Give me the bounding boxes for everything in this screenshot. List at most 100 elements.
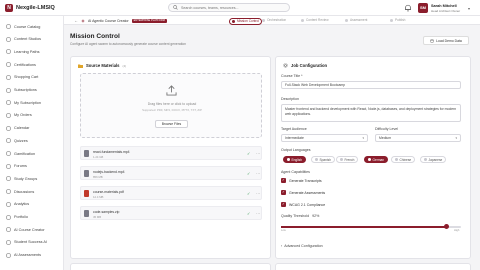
studio-icon [6, 37, 11, 42]
sidebar-item[interactable]: Forums [0, 162, 64, 171]
sidebar-item[interactable]: Analytics [0, 200, 64, 209]
sidebar-item[interactable]: Learning Paths [0, 47, 64, 56]
step-label: Assessment [350, 18, 368, 22]
sidebar-item[interactable]: Study Groups [0, 174, 64, 183]
course-title-field[interactable]: Full-Stack Web Development Bootcamp [281, 81, 461, 89]
file-name: course-materials.pdf [93, 189, 124, 194]
app-name: Nexgile-LMSIQ [16, 5, 55, 11]
sidebar-item-label: Calendar [14, 126, 30, 131]
quality-slider[interactable] [281, 224, 461, 229]
sidebar-item-label: Certifications [14, 62, 36, 67]
gear-icon [283, 63, 288, 68]
sidebar-item[interactable]: Subscriptions [0, 86, 64, 95]
language-chip[interactable]: German [364, 156, 389, 163]
capability-label: WCAG 2.1 Compliance [289, 202, 326, 207]
sidebar-item[interactable]: Portfolio [0, 213, 64, 222]
sidebar-item[interactable]: Certifications [0, 60, 64, 69]
sidebar-item-label: Analytics [14, 202, 30, 207]
flag-icon [424, 158, 427, 161]
sidebar-item[interactable]: AI Assessments [0, 251, 64, 260]
audience-select[interactable]: Intermediate ▾ [281, 134, 368, 142]
sidebar-item-label: Portfolio [14, 215, 28, 219]
difficulty-value: Medium [379, 136, 392, 140]
avatar[interactable]: SM [418, 3, 428, 13]
sidebar-item[interactable]: Course Catalog [0, 22, 64, 31]
more-options-icon[interactable]: ⋯ [256, 171, 260, 176]
language-chip[interactable]: English [283, 156, 306, 163]
capability-checkbox[interactable]: ✓ Generate Transcripts [281, 178, 322, 183]
calendar-icon [6, 126, 11, 131]
orders-icon [6, 113, 11, 118]
file-row[interactable]: code-samples.zip 45 MB ✓ ⋯ [80, 206, 262, 220]
checkbox-checked-icon[interactable]: ✓ [281, 202, 286, 207]
folder-icon [78, 64, 83, 68]
step-tab[interactable]: Mission Control [229, 17, 262, 25]
group-icon [6, 176, 11, 181]
job-configuration-header: Job Configuration [283, 63, 327, 68]
more-options-icon[interactable]: ⋯ [256, 211, 260, 216]
sidebar-item[interactable]: My Subscription [0, 98, 64, 107]
sidebar-item-label: Content Studios [14, 37, 42, 42]
language-chip[interactable]: Chinese [391, 156, 416, 163]
quality-threshold: Quality Threshold 92% [281, 214, 319, 218]
file-row[interactable]: course-materials.pdf 12.4 MB ✓ ⋯ [80, 186, 262, 200]
language-chip[interactable]: Spanish [311, 156, 336, 163]
check-icon: ✓ [247, 171, 251, 176]
language-label: English [291, 157, 302, 162]
chevron-down-icon: ▾ [362, 136, 364, 140]
browse-files-button[interactable]: Browse Files [155, 120, 188, 128]
sidebar-item[interactable]: Calendar [0, 124, 64, 133]
capability-checkbox[interactable]: ✓ Generate Assessments [281, 190, 325, 195]
bell-icon[interactable] [404, 4, 412, 12]
quality-value: 92% [312, 214, 320, 218]
file-size: 1.24 GB [93, 154, 104, 159]
step-tab[interactable]: Orchestration [262, 18, 286, 22]
advanced-config-toggle[interactable]: › Advanced Configuration [281, 244, 323, 248]
language-label: French [344, 157, 355, 162]
supported-formats: Supported: PDF, MP4, DOCX, PPTX, TXT, ZI… [142, 108, 202, 112]
step-dot-icon [390, 18, 393, 22]
file-size: 45 MB [93, 214, 102, 219]
checkbox-checked-icon[interactable]: ✓ [281, 190, 286, 195]
back-arrow-icon[interactable]: ← [74, 18, 78, 23]
job-configuration-title: Job Configuration [291, 63, 328, 68]
file-row[interactable]: react-fundamentals.mp4 1.24 GB ✓ ⋯ [80, 146, 262, 160]
file-icon [84, 170, 89, 177]
file-row[interactable]: nodejs-backend.mp4 856 MB ✓ ⋯ [80, 166, 262, 180]
checkbox-checked-icon[interactable]: ✓ [281, 178, 286, 183]
sidebar-item[interactable]: My Orders [0, 111, 64, 120]
more-options-icon[interactable]: ⋯ [256, 151, 260, 156]
slider-high-label: High [454, 229, 460, 232]
description-field[interactable]: Master frontend and backend development … [281, 104, 461, 122]
sidebar-item-label: Forums [14, 164, 27, 169]
flag-icon [395, 158, 398, 161]
sidebar-item[interactable]: AI Course Creator [0, 225, 64, 234]
language-chip[interactable]: French [336, 156, 359, 163]
step-tab[interactable]: Content Review [301, 18, 329, 22]
file-dropzone[interactable]: Drag files here or click to upload Suppo… [80, 73, 262, 138]
file-icon [84, 190, 89, 197]
load-demo-button[interactable]: Load Demo Data [423, 36, 469, 45]
sidebar-item[interactable]: Discussions [0, 187, 64, 196]
description-label: Description [281, 97, 299, 101]
capability-checkbox[interactable]: ✓ WCAG 2.1 Compliance [281, 202, 325, 207]
sidebar-item[interactable]: Shopping Cart [0, 73, 64, 82]
sidebar-item[interactable]: Student Success AI [0, 238, 64, 247]
sidebar-item[interactable]: Quizzes [0, 136, 64, 145]
search-input[interactable] [181, 5, 281, 10]
page-crumb: AI Agentic Course Creator [88, 18, 129, 23]
step-tab[interactable]: Publish [390, 18, 405, 22]
flag-icon [287, 158, 290, 161]
sidebar-item[interactable]: Gamification [0, 149, 64, 158]
sidebar-item-label: Subscriptions [14, 88, 37, 92]
more-options-icon[interactable]: ⋯ [256, 191, 260, 196]
language-chip[interactable]: Japanese [420, 156, 447, 163]
brand[interactable]: N Nexgile-LMSIQ [5, 4, 55, 12]
chevron-down-icon[interactable]: ▾ [468, 6, 470, 11]
sidebar-item-label: My Orders [14, 113, 32, 118]
file-count: (4) [122, 63, 127, 68]
search-box[interactable] [168, 3, 290, 12]
step-tab[interactable]: Assessment [345, 18, 367, 22]
difficulty-select[interactable]: Medium ▾ [375, 134, 461, 142]
sidebar-item[interactable]: Content Studios [0, 35, 64, 44]
